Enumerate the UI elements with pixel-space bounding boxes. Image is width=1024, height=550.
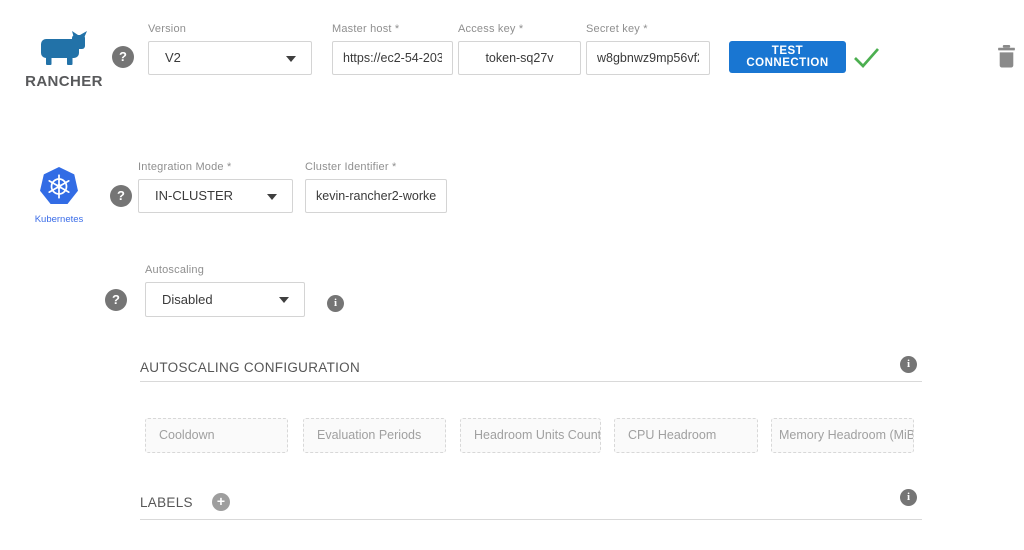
rancher-bull-icon — [37, 30, 91, 66]
chevron-down-icon — [267, 194, 277, 200]
autoscaling-configuration-heading: AUTOSCALING CONFIGURATION — [140, 360, 360, 375]
integration-form: RANCHER ? Version V2 Master host * Acces… — [0, 0, 1024, 550]
chevron-down-icon — [286, 56, 296, 62]
version-value: V2 — [165, 42, 181, 74]
kubernetes-logo-label: Kubernetes — [26, 214, 92, 225]
secret-key-label: Secret key * — [586, 23, 710, 36]
section-divider — [140, 381, 922, 382]
rancher-logo: RANCHER — [18, 30, 110, 90]
chevron-down-icon — [279, 297, 289, 303]
access-key-input[interactable] — [459, 42, 580, 74]
delete-button[interactable] — [997, 45, 1016, 73]
autoscaling-label: Autoscaling — [145, 264, 305, 277]
master-host-label: Master host * — [332, 23, 453, 36]
cluster-identifier-field: Cluster Identifier * — [305, 161, 447, 213]
kubernetes-logo: Kubernetes — [26, 166, 92, 225]
autoscaling-select[interactable]: Disabled — [145, 282, 305, 317]
version-label: Version — [148, 23, 312, 36]
integration-mode-select[interactable]: IN-CLUSTER — [138, 179, 293, 213]
rancher-logo-label: RANCHER — [18, 73, 110, 90]
cooldown-input-disabled: Cooldown — [145, 418, 288, 453]
secret-key-field: Secret key * — [586, 23, 710, 75]
test-connection-button[interactable]: TEST CONNECTION — [729, 41, 846, 73]
labels-heading: LABELS — [140, 495, 193, 510]
headroom-units-count-input-disabled: Headroom Units Count — [460, 418, 601, 453]
secret-key-input[interactable] — [587, 42, 709, 74]
master-host-input[interactable] — [333, 42, 452, 74]
integration-mode-value: IN-CLUSTER — [155, 180, 233, 212]
help-icon[interactable]: ? — [105, 289, 127, 311]
add-label-button[interactable]: + — [212, 493, 230, 511]
integration-mode-label: Integration Mode * — [138, 161, 293, 174]
cpu-headroom-input-disabled: CPU Headroom — [614, 418, 758, 453]
kubernetes-helm-icon — [38, 166, 80, 207]
help-icon[interactable]: ? — [112, 46, 134, 68]
info-icon[interactable]: i — [900, 356, 917, 373]
info-icon[interactable]: i — [900, 489, 917, 506]
autoscaling-value: Disabled — [162, 283, 213, 316]
access-key-label: Access key * — [458, 23, 581, 36]
help-icon[interactable]: ? — [110, 185, 132, 207]
trash-icon — [997, 45, 1016, 68]
section-divider — [140, 519, 922, 520]
cluster-identifier-input[interactable] — [306, 180, 446, 212]
master-host-field: Master host * — [332, 23, 453, 75]
version-field: Version V2 — [148, 23, 312, 75]
info-icon[interactable]: i — [327, 295, 344, 312]
memory-headroom-input-disabled: Memory Headroom (MiB) — [771, 418, 914, 453]
connection-success-check-icon — [853, 46, 880, 74]
access-key-field: Access key * — [458, 23, 581, 75]
evaluation-periods-input-disabled: Evaluation Periods — [303, 418, 446, 453]
cluster-identifier-label: Cluster Identifier * — [305, 161, 447, 174]
version-select[interactable]: V2 — [148, 41, 312, 75]
integration-mode-field: Integration Mode * IN-CLUSTER — [138, 161, 293, 213]
autoscaling-field: Autoscaling Disabled — [145, 264, 305, 317]
